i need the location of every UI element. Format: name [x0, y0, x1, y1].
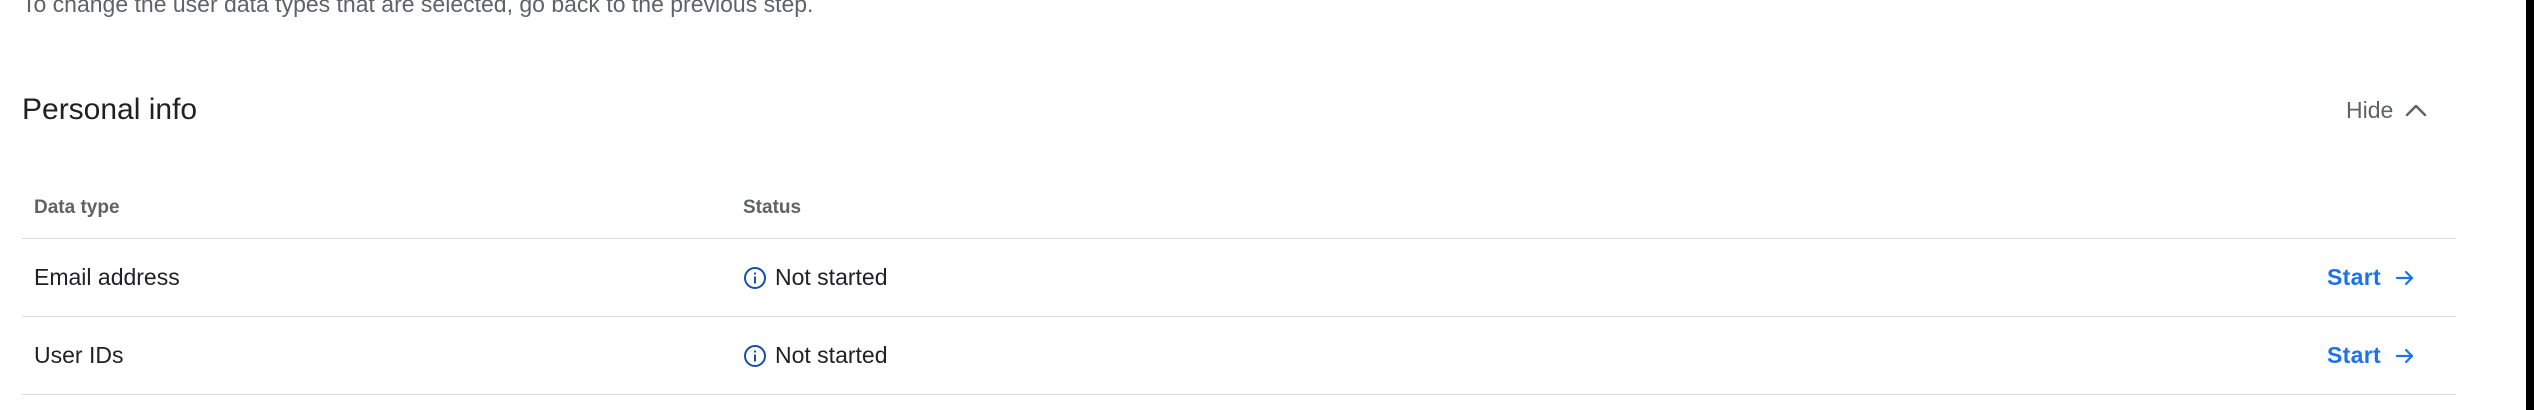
data-type-cell: Email address: [34, 264, 180, 290]
table-row: User IDs Not started Start: [22, 317, 2456, 395]
table-header-row: Data type Status: [22, 180, 2456, 239]
info-icon: [743, 344, 767, 368]
instruction-text: To change the user data types that are s…: [22, 0, 814, 17]
status-cell: Not started: [743, 317, 888, 394]
start-user-ids-button[interactable]: Start: [2327, 317, 2415, 394]
column-header-status: Status: [743, 197, 802, 218]
hide-section-label: Hide: [2346, 97, 2394, 123]
arrow-right-icon: [2395, 270, 2414, 285]
info-icon: [743, 266, 767, 290]
start-email-address-button[interactable]: Start: [2327, 239, 2415, 316]
start-label: Start: [2327, 342, 2381, 368]
status-text: Not started: [775, 264, 888, 290]
status-text: Not started: [775, 342, 888, 368]
hide-section-button[interactable]: Hide: [2346, 88, 2427, 132]
chevron-up-icon: [2405, 103, 2427, 117]
section-header: Personal info Hide: [22, 88, 2494, 132]
page: To change the user data types that are s…: [0, 0, 2534, 410]
column-header-data-type: Data type: [34, 197, 120, 218]
section-title: Personal info: [22, 93, 198, 126]
data-type-cell: User IDs: [34, 342, 124, 368]
arrow-right-icon: [2395, 348, 2414, 363]
window-edge: [2526, 0, 2534, 410]
status-cell: Not started: [743, 239, 888, 316]
data-types-table: Data type Status Email address Not start…: [22, 180, 2456, 395]
start-label: Start: [2327, 264, 2381, 290]
table-row: Email address Not started Start: [22, 239, 2456, 317]
